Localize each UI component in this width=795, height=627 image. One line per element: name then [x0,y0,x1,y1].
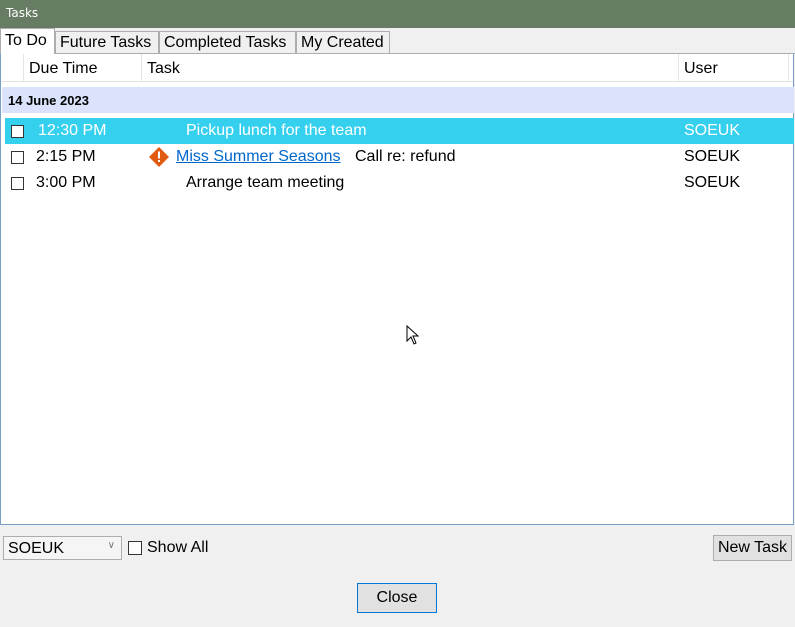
tab-strip: To Do Future Tasks Completed Tasks My Cr… [0,28,795,54]
task-checkbox[interactable] [11,151,24,164]
user-select-value: SOEUK [8,540,65,557]
table-row[interactable]: 3:00 PM Arrange team meeting SOEUK [5,170,794,196]
tab-completed-tasks[interactable]: Completed Tasks [159,31,296,53]
task-checkbox[interactable] [11,177,24,190]
window-title: Tasks [6,6,39,20]
user-select[interactable]: SOEUK ∨ [3,536,122,560]
group-header-date[interactable]: 14 June 2023 [2,87,794,113]
user-cell: SOEUK [684,174,741,191]
tab-my-created[interactable]: My Created [296,31,390,53]
due-time-cell: 3:00 PM [36,174,96,191]
title-bar: Tasks [0,0,795,28]
header-checkbox-column[interactable] [1,54,24,82]
task-cell: Call re: refund [355,148,456,165]
user-cell: SOEUK [684,148,741,165]
show-all-checkbox[interactable] [128,541,142,555]
contact-link[interactable]: Miss Summer Seasons [176,147,341,167]
header-due-time[interactable]: Due Time [24,54,142,82]
tab-future-tasks[interactable]: Future Tasks [55,31,159,53]
close-button[interactable]: Close [357,583,437,613]
header-task[interactable]: Task [142,54,679,82]
table-row[interactable]: 12:30 PM Pickup lunch for the team SOEUK [5,118,794,144]
task-cell: Arrange team meeting [186,174,345,191]
table-row[interactable]: 2:15 PM Miss Summer Seasons Call re: ref… [5,144,794,170]
group-date-label: 14 June 2023 [8,93,89,108]
warning-icon [149,147,169,167]
tab-to-do[interactable]: To Do [0,28,55,54]
due-time-cell: 12:30 PM [38,122,107,139]
user-cell: SOEUK [684,122,741,139]
chevron-down-icon: ∨ [107,540,115,551]
due-time-cell: 2:15 PM [36,148,96,165]
new-task-button[interactable]: New Task [713,535,792,561]
task-checkbox[interactable] [11,125,24,138]
show-all-label: Show All [147,539,209,556]
task-grid[interactable]: Due Time Task User 14 June 2023 12:30 PM… [0,54,794,525]
mouse-pointer-icon [406,325,420,345]
header-user[interactable]: User [679,54,789,82]
task-cell: Pickup lunch for the team [186,122,367,139]
grid-header: Due Time Task User [1,54,793,82]
